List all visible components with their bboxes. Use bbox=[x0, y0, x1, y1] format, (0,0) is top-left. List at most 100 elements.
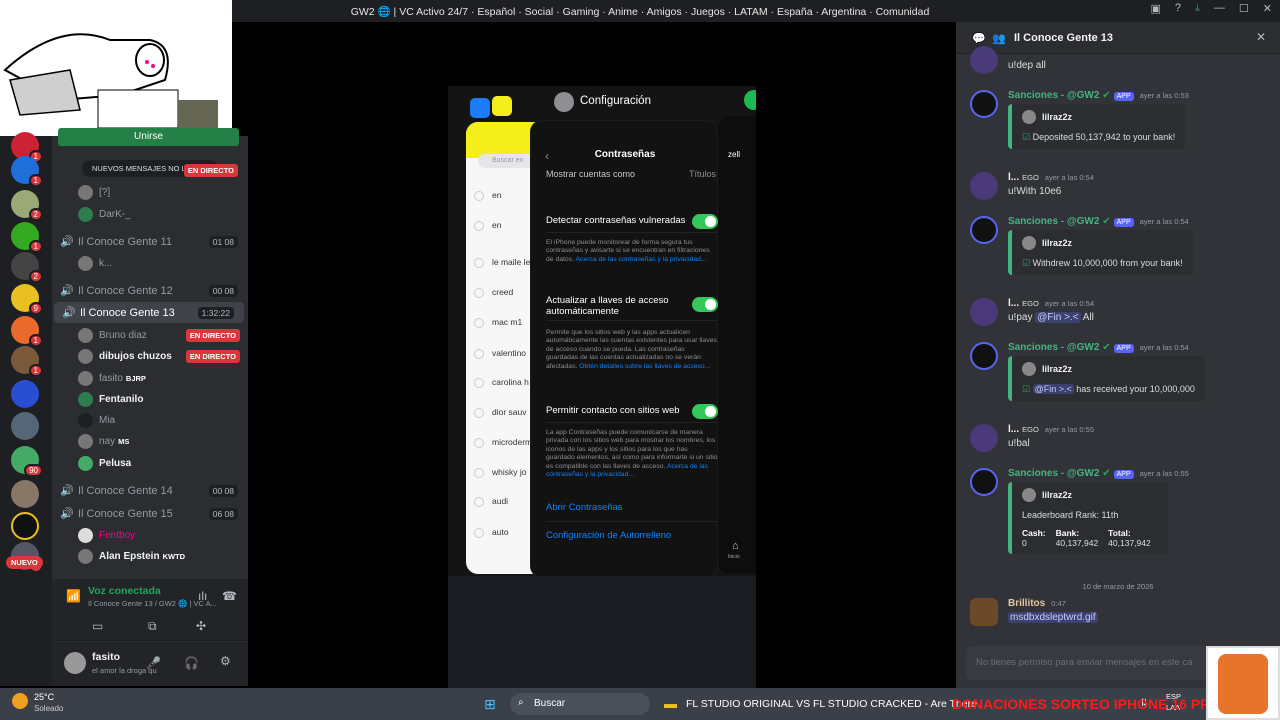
temperature[interactable]: 25°C bbox=[34, 692, 54, 702]
camera-off-icon[interactable]: ▭ bbox=[92, 619, 103, 633]
inbox-icon[interactable]: ▣ bbox=[1151, 2, 1161, 15]
download-icon[interactable]: ⤓ bbox=[1195, 2, 1200, 15]
join-button[interactable]: Unirse bbox=[58, 128, 239, 146]
user-name[interactable]: Pelusa bbox=[99, 458, 131, 469]
screen-share-icon[interactable]: ⧉ bbox=[148, 619, 157, 634]
bot-avatar[interactable] bbox=[970, 468, 998, 496]
windows-start-icon[interactable]: ⊞ bbox=[484, 696, 496, 713]
maximize-icon[interactable]: ☐ bbox=[1239, 2, 1249, 15]
list-item[interactable]: creed bbox=[473, 287, 513, 298]
attachment-link[interactable]: msdbxdsleptwrd.gif bbox=[1008, 612, 1098, 623]
detect-toggle[interactable] bbox=[692, 214, 718, 229]
bot-name[interactable]: Sanciones - @GW2 bbox=[1008, 90, 1099, 101]
voice-channel-selected[interactable]: 🔊 Il Conoce Gente 13 1:32:22 bbox=[54, 302, 244, 323]
list-item[interactable]: carolina h bbox=[474, 377, 529, 388]
timestamp: ayer a las 0:53 bbox=[1139, 91, 1189, 100]
list-item[interactable]: auto bbox=[474, 527, 509, 538]
setting-label[interactable]: Mostrar cuentas como bbox=[546, 169, 635, 179]
user-name[interactable]: l... bbox=[1008, 298, 1019, 309]
minimize-icon[interactable]: — bbox=[1214, 2, 1225, 15]
user-name[interactable]: Mia bbox=[99, 415, 115, 426]
avatar[interactable] bbox=[64, 652, 86, 674]
voice-channel[interactable]: 🔊 Il Conoce Gente 11 01 08 bbox=[52, 231, 248, 252]
bot-avatar[interactable] bbox=[970, 90, 998, 118]
bot-avatar[interactable] bbox=[970, 342, 998, 370]
list-item[interactable]: le maile le bbox=[473, 257, 530, 268]
server-icon[interactable]: 2 bbox=[11, 190, 43, 221]
server-icon[interactable]: 1 bbox=[11, 222, 43, 253]
voice-channel[interactable]: 🔊 Il Conoce Gente 14 00 08 bbox=[52, 480, 248, 501]
avatar[interactable] bbox=[970, 46, 998, 74]
side-app-card[interactable]: zell ⌂ Inicio bbox=[718, 116, 756, 574]
app-store-icon[interactable] bbox=[470, 98, 490, 118]
microphone-icon[interactable]: 🎤 bbox=[146, 656, 161, 670]
user-mention[interactable]: @Fin >.< bbox=[1032, 384, 1074, 394]
avatar[interactable] bbox=[970, 424, 998, 452]
list-item[interactable]: audi bbox=[473, 496, 508, 507]
home-icon[interactable]: ⌂ bbox=[732, 540, 739, 552]
list-item[interactable]: mac m1 bbox=[473, 317, 522, 328]
list-item[interactable]: whisky jo bbox=[473, 467, 526, 478]
server-icon[interactable]: 1 bbox=[11, 156, 43, 187]
settings-card[interactable]: ‹ Contraseñas Mostrar cuentas como Títul… bbox=[530, 120, 718, 578]
file-explorer-icon[interactable]: ▬ bbox=[664, 696, 677, 711]
user-name[interactable]: k... bbox=[99, 258, 112, 269]
voice-channel[interactable]: 🔊 Il Conoce Gente 15 06 08 bbox=[52, 503, 248, 524]
help-icon[interactable]: ? bbox=[1175, 2, 1181, 15]
user-name[interactable]: l... bbox=[1008, 172, 1019, 183]
bot-avatar[interactable] bbox=[970, 216, 998, 244]
user-name[interactable]: Alan Epstein bbox=[99, 551, 160, 562]
server-icon[interactable] bbox=[11, 412, 39, 440]
user-name[interactable]: DarK-_ bbox=[99, 209, 131, 220]
user-name[interactable]: Bruno diaz bbox=[99, 330, 147, 341]
server-icon[interactable]: 1 bbox=[11, 346, 43, 377]
disconnect-icon[interactable]: ☎ bbox=[222, 589, 237, 603]
close-icon[interactable]: ✕ bbox=[1263, 2, 1272, 15]
avatar[interactable] bbox=[970, 172, 998, 200]
list-item[interactable]: en bbox=[473, 220, 501, 231]
passkey-toggle[interactable] bbox=[692, 297, 718, 312]
user-name[interactable]: [?] bbox=[99, 187, 110, 198]
server-icon[interactable] bbox=[11, 480, 39, 508]
server-icon[interactable]: 2 bbox=[11, 252, 43, 283]
autofill-settings-link[interactable]: Configuración de Autorrelleno bbox=[546, 530, 671, 541]
list-item[interactable]: valentino bbox=[473, 348, 526, 359]
avatar[interactable] bbox=[970, 298, 998, 326]
list-item[interactable]: dior sauv bbox=[474, 407, 527, 418]
bot-name[interactable]: Sanciones - @GW2 bbox=[1008, 468, 1099, 479]
spotify-icon[interactable] bbox=[744, 90, 756, 110]
server-icon[interactable] bbox=[11, 380, 39, 408]
bot-name[interactable]: Sanciones - @GW2 bbox=[1008, 342, 1099, 353]
server-icon[interactable]: 9 bbox=[11, 284, 43, 315]
user-name[interactable]: Fentboy bbox=[99, 530, 135, 541]
soundboard-icon[interactable]: ılı bbox=[198, 589, 207, 603]
headphones-icon[interactable]: 🎧 bbox=[184, 656, 199, 670]
settings-app-icon[interactable] bbox=[554, 92, 574, 112]
user-name[interactable]: Fentanilo bbox=[99, 394, 143, 405]
notes-app-icon[interactable] bbox=[492, 96, 512, 116]
activities-icon[interactable]: ✣ bbox=[196, 619, 206, 633]
search-box[interactable] bbox=[510, 693, 650, 715]
user-name[interactable]: nay bbox=[99, 436, 115, 447]
privacy-link[interactable]: Acerca de las contraseñas y la privacida… bbox=[575, 256, 706, 263]
open-passwords-link[interactable]: Abrir Contraseñas bbox=[546, 502, 623, 513]
avatar[interactable] bbox=[970, 598, 998, 626]
server-icon[interactable] bbox=[11, 512, 39, 540]
server-icon[interactable]: 1 bbox=[11, 316, 43, 347]
user-name[interactable]: Brillitos bbox=[1008, 598, 1045, 609]
list-item[interactable]: en bbox=[473, 190, 501, 201]
settings-gear-icon[interactable]: ⚙ bbox=[220, 654, 231, 668]
server-icon[interactable]: 90 bbox=[11, 446, 43, 477]
close-icon[interactable]: ✕ bbox=[1256, 30, 1266, 44]
user-name[interactable]: dibujos chuzos bbox=[99, 351, 172, 362]
passkey-link[interactable]: Obtén detalles sobre las llaves de acces… bbox=[579, 363, 710, 370]
user-mention[interactable]: @Fin >.< bbox=[1035, 312, 1081, 323]
list-item[interactable]: microderm bbox=[473, 437, 532, 448]
user-name[interactable]: fasito bbox=[99, 373, 123, 384]
signal-icon[interactable]: 📶 bbox=[66, 589, 81, 603]
user-name[interactable]: l... bbox=[1008, 424, 1019, 435]
website-contact-toggle[interactable] bbox=[692, 404, 718, 419]
bot-name[interactable]: Sanciones - @GW2 bbox=[1008, 216, 1099, 227]
media-title[interactable]: FL STUDIO ORIGINAL VS FL STUDIO CRACKED … bbox=[686, 698, 977, 710]
voice-channel[interactable]: 🔊 Il Conoce Gente 12 00 08 bbox=[52, 280, 248, 301]
